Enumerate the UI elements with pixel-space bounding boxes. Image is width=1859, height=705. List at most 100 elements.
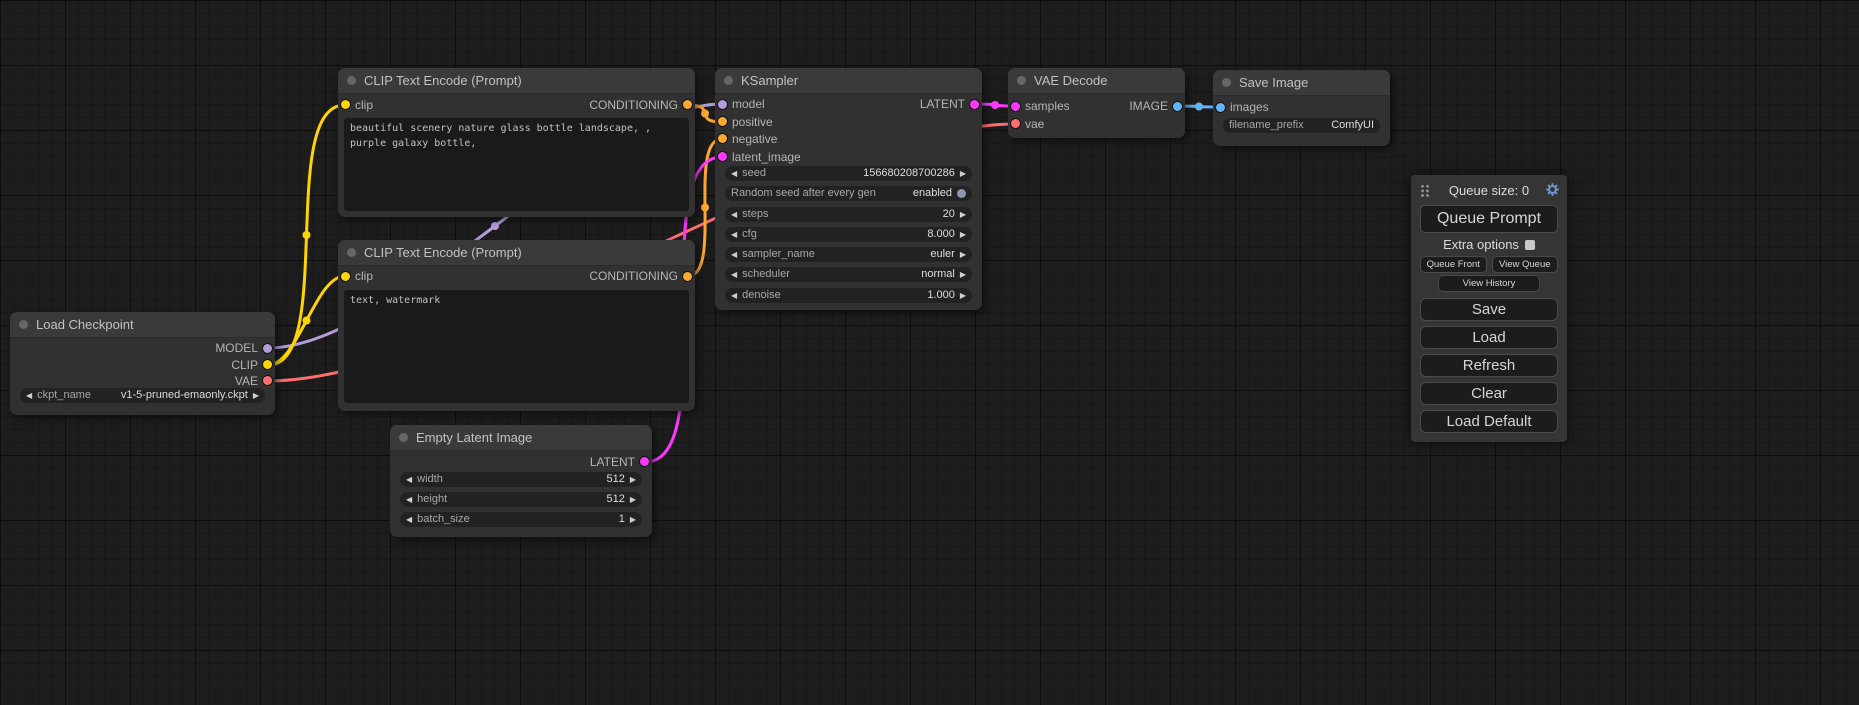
positive-prompt-textarea[interactable]: beautiful scenery nature glass bottle la… (344, 118, 689, 211)
next-value-icon[interactable]: ▶ (960, 247, 966, 262)
input-slot-vae[interactable] (1011, 119, 1020, 128)
view-history-button[interactable]: View History (1438, 275, 1540, 292)
output-slot-vae[interactable] (263, 376, 272, 385)
increment-icon[interactable]: ▶ (630, 492, 636, 507)
node-clip-text-encode-positive[interactable]: CLIP Text Encode (Prompt) clip CONDITION… (338, 68, 695, 217)
widget-value: euler (930, 247, 954, 262)
output-slot-clip[interactable] (263, 360, 272, 369)
output-slot-conditioning[interactable] (683, 100, 692, 109)
increment-icon[interactable]: ▶ (960, 166, 966, 181)
input-slot-positive[interactable] (718, 117, 727, 126)
collapse-dot-icon[interactable] (347, 76, 356, 85)
queue-prompt-button[interactable]: Queue Prompt (1420, 205, 1558, 233)
widget-width[interactable]: ◀ width 512 ▶ (400, 472, 642, 487)
node-title: KSampler (741, 73, 798, 88)
queue-menu-panel[interactable]: Queue size: 0 Queue Prompt Extra options (1411, 175, 1567, 442)
widget-label: filename_prefix (1229, 118, 1304, 133)
decrement-icon[interactable]: ◀ (406, 492, 412, 507)
collapse-dot-icon[interactable] (347, 248, 356, 257)
node-load-checkpoint[interactable]: Load Checkpoint MODEL CLIP VAE ◀ ckpt_na… (10, 312, 275, 415)
output-slot-image[interactable] (1173, 102, 1182, 111)
node-title: CLIP Text Encode (Prompt) (364, 73, 522, 88)
link-midpoint-dot (303, 231, 311, 239)
input-slot-images[interactable] (1216, 103, 1225, 112)
widget-cfg[interactable]: ◀ cfg 8.000 ▶ (725, 227, 972, 242)
prev-value-icon[interactable]: ◀ (731, 247, 737, 262)
input-slot-negative[interactable] (718, 134, 727, 143)
widget-seed[interactable]: ◀ seed 156680208700286 ▶ (725, 166, 972, 181)
widget-value: 156680208700286 (863, 166, 955, 181)
output-slot-latent[interactable] (640, 457, 649, 466)
node-header[interactable]: VAE Decode (1008, 68, 1185, 94)
widget-steps[interactable]: ◀ steps 20 ▶ (725, 207, 972, 222)
node-clip-text-encode-negative[interactable]: CLIP Text Encode (Prompt) clip CONDITION… (338, 240, 695, 411)
clear-button[interactable]: Clear (1420, 382, 1558, 405)
collapse-dot-icon[interactable] (1222, 78, 1231, 87)
increment-icon[interactable]: ▶ (630, 472, 636, 487)
collapse-dot-icon[interactable] (724, 76, 733, 85)
node-save-image[interactable]: Save Image images filename_prefix ComfyU… (1213, 70, 1390, 146)
negative-prompt-textarea[interactable]: text, watermark (344, 290, 689, 403)
input-label-model: model (732, 96, 765, 112)
extra-options-checkbox[interactable] (1525, 240, 1535, 250)
output-label-latent: LATENT (920, 96, 965, 112)
load-button[interactable]: Load (1420, 326, 1558, 349)
input-slot-samples[interactable] (1011, 102, 1020, 111)
collapse-dot-icon[interactable] (19, 320, 28, 329)
prev-value-icon[interactable]: ◀ (26, 388, 32, 403)
next-value-icon[interactable]: ▶ (253, 388, 259, 403)
decrement-icon[interactable]: ◀ (731, 166, 737, 181)
widget-scheduler[interactable]: ◀ scheduler normal ▶ (725, 267, 972, 282)
input-slot-model[interactable] (718, 100, 727, 109)
widget-label: cfg (742, 227, 757, 242)
decrement-icon[interactable]: ◀ (731, 288, 737, 303)
decrement-icon[interactable]: ◀ (731, 207, 737, 222)
drag-handle-icon[interactable] (1420, 184, 1430, 197)
widget-sampler-name[interactable]: ◀ sampler_name euler ▶ (725, 247, 972, 262)
queue-actions-row: Queue Front View Queue (1420, 256, 1558, 273)
save-button[interactable]: Save (1420, 298, 1558, 321)
view-queue-button[interactable]: View Queue (1492, 256, 1559, 273)
node-header[interactable]: Save Image (1213, 70, 1390, 96)
widget-label: height (417, 492, 447, 507)
node-title: Empty Latent Image (416, 430, 532, 445)
node-header[interactable]: Empty Latent Image (390, 425, 652, 451)
increment-icon[interactable]: ▶ (960, 207, 966, 222)
widget-denoise[interactable]: ◀ denoise 1.000 ▶ (725, 288, 972, 303)
decrement-icon[interactable]: ◀ (406, 512, 412, 527)
widget-ckpt-name[interactable]: ◀ ckpt_name v1-5-pruned-emaonly.ckpt ▶ (20, 388, 265, 403)
increment-icon[interactable]: ▶ (960, 288, 966, 303)
toggle-indicator-icon[interactable] (957, 189, 966, 198)
input-slot-clip[interactable] (341, 272, 350, 281)
node-header[interactable]: KSampler (715, 68, 982, 94)
node-vae-decode[interactable]: VAE Decode samples vae IMAGE (1008, 68, 1185, 138)
decrement-icon[interactable]: ◀ (406, 472, 412, 487)
widget-height[interactable]: ◀ height 512 ▶ (400, 492, 642, 507)
queue-size-label: Queue size: 0 (1449, 183, 1529, 198)
increment-icon[interactable]: ▶ (960, 227, 966, 242)
decrement-icon[interactable]: ◀ (731, 227, 737, 242)
node-empty-latent-image[interactable]: Empty Latent Image LATENT ◀ width 512 ▶ … (390, 425, 652, 537)
node-header[interactable]: CLIP Text Encode (Prompt) (338, 240, 695, 266)
settings-gear-icon[interactable] (1545, 182, 1560, 197)
node-header[interactable]: Load Checkpoint (10, 312, 275, 338)
widget-random-seed-toggle[interactable]: Random seed after every gen enabled (725, 186, 972, 201)
widget-batch-size[interactable]: ◀ batch_size 1 ▶ (400, 512, 642, 527)
node-header[interactable]: CLIP Text Encode (Prompt) (338, 68, 695, 94)
output-slot-latent[interactable] (970, 100, 979, 109)
node-graph-canvas[interactable]: Load Checkpoint MODEL CLIP VAE ◀ ckpt_na… (0, 0, 1859, 705)
next-value-icon[interactable]: ▶ (960, 267, 966, 282)
output-slot-conditioning[interactable] (683, 272, 692, 281)
load-default-button[interactable]: Load Default (1420, 410, 1558, 433)
input-slot-latent-image[interactable] (718, 152, 727, 161)
queue-front-button[interactable]: Queue Front (1420, 256, 1487, 273)
output-slot-model[interactable] (263, 344, 272, 353)
refresh-button[interactable]: Refresh (1420, 354, 1558, 377)
collapse-dot-icon[interactable] (1017, 76, 1026, 85)
node-ksampler[interactable]: KSampler model positive negative latent_… (715, 68, 982, 310)
input-slot-clip[interactable] (341, 100, 350, 109)
prev-value-icon[interactable]: ◀ (731, 267, 737, 282)
widget-filename-prefix[interactable]: filename_prefix ComfyUI (1223, 118, 1380, 133)
collapse-dot-icon[interactable] (399, 433, 408, 442)
increment-icon[interactable]: ▶ (630, 512, 636, 527)
